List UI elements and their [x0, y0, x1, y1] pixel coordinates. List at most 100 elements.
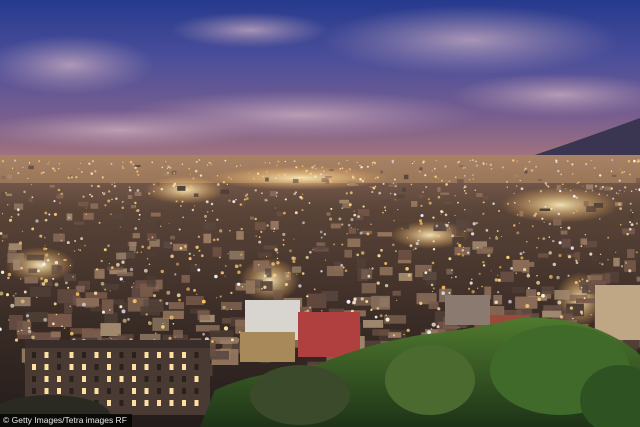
- city-light: [138, 218, 140, 221]
- building: [47, 313, 72, 327]
- city-light: [339, 168, 341, 170]
- city-light: [565, 188, 567, 190]
- window: [182, 400, 186, 406]
- city-light: [37, 269, 40, 273]
- city-light: [418, 229, 421, 233]
- building: [116, 252, 127, 260]
- city-light: [619, 223, 622, 226]
- window: [119, 364, 124, 370]
- building: [348, 227, 356, 234]
- building: [456, 220, 470, 229]
- city-light: [194, 263, 197, 266]
- city-light: [207, 164, 209, 166]
- building: [292, 178, 299, 184]
- city-light: [13, 159, 17, 162]
- city-light: [362, 205, 365, 208]
- building: [51, 265, 62, 275]
- city-light: [471, 290, 475, 294]
- city-light: [257, 263, 260, 266]
- city-light: [12, 294, 15, 297]
- building: [511, 286, 525, 294]
- city-light: [267, 273, 269, 275]
- city-light: [308, 202, 311, 204]
- city-light: [323, 233, 327, 236]
- city-light: [351, 303, 353, 305]
- building: [222, 318, 231, 324]
- city-light: [557, 212, 561, 216]
- city-light: [552, 262, 556, 267]
- city-light: [448, 180, 451, 183]
- building: [156, 182, 160, 186]
- city-light: [395, 250, 397, 252]
- city-light: [53, 212, 58, 216]
- building: [583, 201, 589, 207]
- city-light: [593, 166, 596, 170]
- city-light: [306, 309, 310, 313]
- city-light: [314, 175, 317, 178]
- city-light: [275, 177, 277, 179]
- building: [524, 261, 535, 267]
- building: [64, 303, 73, 314]
- city-light: [537, 297, 541, 302]
- city-light: [324, 259, 327, 261]
- building: [380, 170, 383, 174]
- city-light: [181, 163, 184, 165]
- city-light: [539, 190, 543, 193]
- city-light: [357, 215, 360, 218]
- city-light: [47, 163, 49, 165]
- city-light: [193, 205, 196, 207]
- city-light: [188, 167, 191, 170]
- city-light: [52, 167, 55, 170]
- building: [380, 200, 391, 205]
- city-light: [283, 173, 286, 176]
- city-light: [424, 174, 427, 177]
- city-light: [441, 291, 446, 295]
- city-light: [489, 237, 491, 239]
- city-light: [181, 200, 184, 203]
- city-light: [430, 328, 433, 330]
- city-light: [269, 162, 271, 164]
- city-light: [535, 165, 537, 168]
- city-light: [121, 165, 124, 168]
- city-light: [195, 245, 199, 249]
- city-light: [393, 193, 396, 196]
- city-light: [629, 202, 632, 205]
- city-light: [403, 333, 405, 336]
- city-light: [380, 248, 383, 252]
- city-light: [16, 208, 20, 212]
- city-light: [444, 165, 447, 168]
- building: [586, 206, 597, 212]
- city-light: [545, 184, 548, 187]
- building: [6, 193, 12, 196]
- window: [119, 400, 124, 406]
- city-light: [58, 167, 60, 170]
- city-light: [80, 237, 84, 241]
- building: [554, 290, 570, 300]
- city-light: [301, 272, 305, 275]
- city-light: [198, 158, 201, 162]
- city-light: [227, 253, 229, 255]
- city-light: [360, 297, 364, 301]
- city-light: [20, 266, 23, 270]
- building: [560, 230, 568, 235]
- building: [76, 298, 99, 307]
- building: [635, 177, 640, 183]
- city-light: [53, 302, 57, 306]
- city-light: [193, 288, 197, 292]
- city-light: [464, 230, 466, 232]
- city-light: [230, 338, 234, 342]
- city-light: [84, 244, 86, 247]
- city-light: [615, 192, 618, 194]
- city-light: [155, 332, 157, 334]
- city-light: [17, 213, 20, 216]
- city-light: [623, 171, 625, 173]
- city-light: [444, 213, 448, 217]
- city-light: [431, 170, 433, 172]
- building: [152, 317, 169, 331]
- window: [182, 364, 186, 370]
- city-light: [305, 255, 309, 260]
- building: [181, 275, 190, 283]
- city-light: [427, 198, 431, 201]
- city-light: [623, 190, 625, 193]
- city-light: [457, 252, 461, 256]
